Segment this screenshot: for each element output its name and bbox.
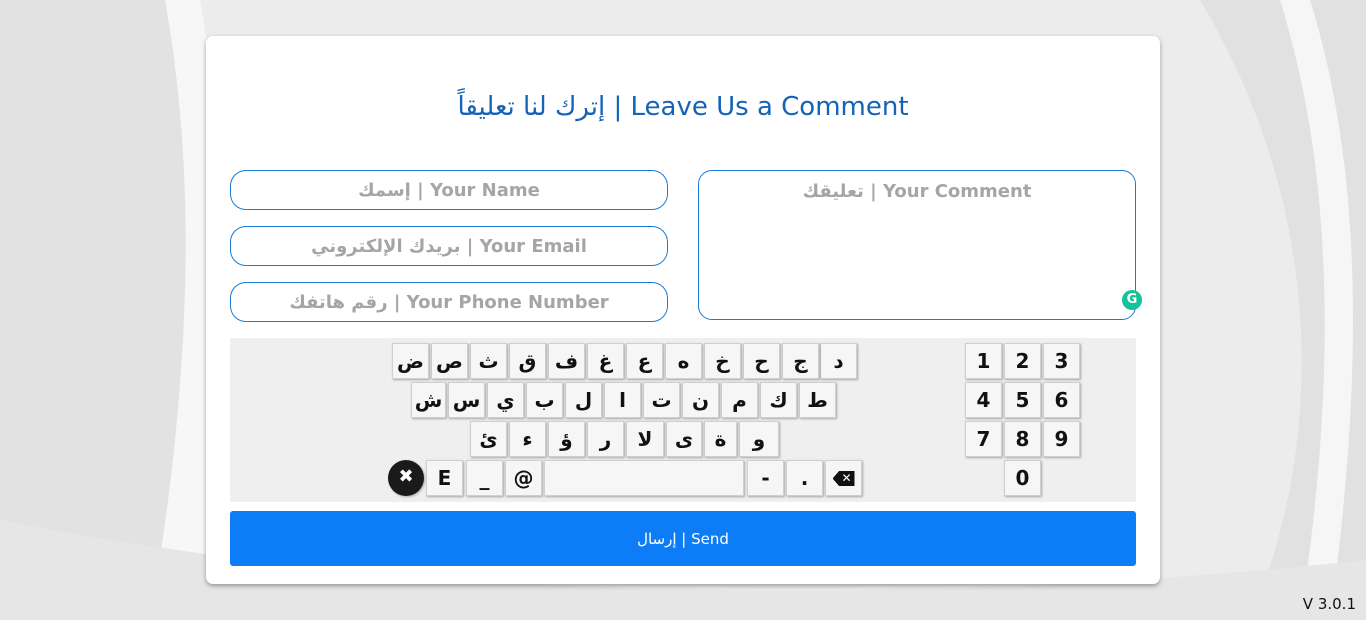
name-input[interactable] bbox=[230, 170, 668, 210]
clear-key[interactable]: ✖ bbox=[388, 460, 424, 496]
page-title: إترك لنا تعليقاً | Leave Us a Comment bbox=[457, 92, 909, 122]
numpad-key[interactable]: 2 bbox=[1004, 343, 1041, 379]
key-letter[interactable]: خ bbox=[704, 343, 741, 379]
key-letter[interactable]: غ bbox=[587, 343, 624, 379]
key-letter[interactable]: ص bbox=[431, 343, 468, 379]
key-letter[interactable]: ئ bbox=[470, 421, 507, 457]
key-letter[interactable]: م bbox=[721, 382, 758, 418]
numpad-key[interactable]: 7 bbox=[965, 421, 1002, 457]
key-letter[interactable]: ي bbox=[487, 382, 524, 418]
key-letter[interactable]: ف bbox=[548, 343, 585, 379]
numpad-key[interactable]: 8 bbox=[1004, 421, 1041, 457]
virtual-keyboard: د ج ح خ ه ع غ ف ق ث ص ض ط ك م ن ت ا ل ب … bbox=[230, 338, 1136, 502]
key-letter[interactable]: ا bbox=[604, 382, 641, 418]
key-underscore[interactable]: _ bbox=[466, 460, 503, 496]
key-letter[interactable]: ط bbox=[799, 382, 836, 418]
numpad-key[interactable]: 4 bbox=[965, 382, 1002, 418]
key-letter[interactable]: ؤ bbox=[548, 421, 585, 457]
email-input[interactable] bbox=[230, 226, 668, 266]
key-letter[interactable]: ك bbox=[760, 382, 797, 418]
key-letter[interactable]: ش bbox=[411, 382, 446, 418]
key-dash[interactable]: - bbox=[747, 460, 784, 496]
numpad-key[interactable]: 3 bbox=[1043, 343, 1080, 379]
key-letter[interactable]: لا bbox=[626, 421, 664, 457]
key-letter[interactable]: ق bbox=[509, 343, 546, 379]
key-letter[interactable]: د bbox=[820, 343, 857, 379]
grammarly-icon[interactable]: G bbox=[1122, 290, 1142, 310]
key-letter[interactable]: و bbox=[739, 421, 779, 457]
key-letter[interactable]: ع bbox=[626, 343, 663, 379]
key-letter[interactable]: ت bbox=[643, 382, 680, 418]
key-letter[interactable]: ة bbox=[704, 421, 737, 457]
key-at[interactable]: @ bbox=[505, 460, 542, 496]
key-letter[interactable]: س bbox=[448, 382, 485, 418]
key-letter[interactable]: ب bbox=[526, 382, 563, 418]
key-letter[interactable]: ن bbox=[682, 382, 719, 418]
key-letter[interactable]: ه bbox=[665, 343, 702, 379]
key-e[interactable]: E bbox=[426, 460, 463, 496]
numpad-key[interactable]: 0 bbox=[1004, 460, 1041, 496]
key-letter[interactable]: ء bbox=[509, 421, 546, 457]
comment-textarea[interactable] bbox=[698, 170, 1136, 320]
key-letter[interactable]: ح bbox=[743, 343, 780, 379]
send-button[interactable]: إرسال | Send bbox=[230, 511, 1136, 566]
key-dot[interactable]: . bbox=[786, 460, 823, 496]
key-letter[interactable]: ل bbox=[565, 382, 602, 418]
numpad-key[interactable]: 1 bbox=[965, 343, 1002, 379]
phone-input[interactable] bbox=[230, 282, 668, 322]
numpad-key[interactable]: 9 bbox=[1043, 421, 1080, 457]
key-letter[interactable]: ض bbox=[392, 343, 429, 379]
version-label: V 3.0.1 bbox=[1302, 595, 1356, 613]
key-letter[interactable]: ج bbox=[782, 343, 819, 379]
numpad-key[interactable]: 6 bbox=[1043, 382, 1080, 418]
key-letter[interactable]: ى bbox=[666, 421, 702, 457]
space-key[interactable] bbox=[544, 460, 744, 496]
backspace-icon: ✕ bbox=[832, 471, 855, 486]
backspace-key[interactable]: ✕ bbox=[825, 460, 862, 496]
key-letter[interactable]: ث bbox=[470, 343, 507, 379]
key-letter[interactable]: ر bbox=[587, 421, 624, 457]
numpad-key[interactable]: 5 bbox=[1004, 382, 1041, 418]
